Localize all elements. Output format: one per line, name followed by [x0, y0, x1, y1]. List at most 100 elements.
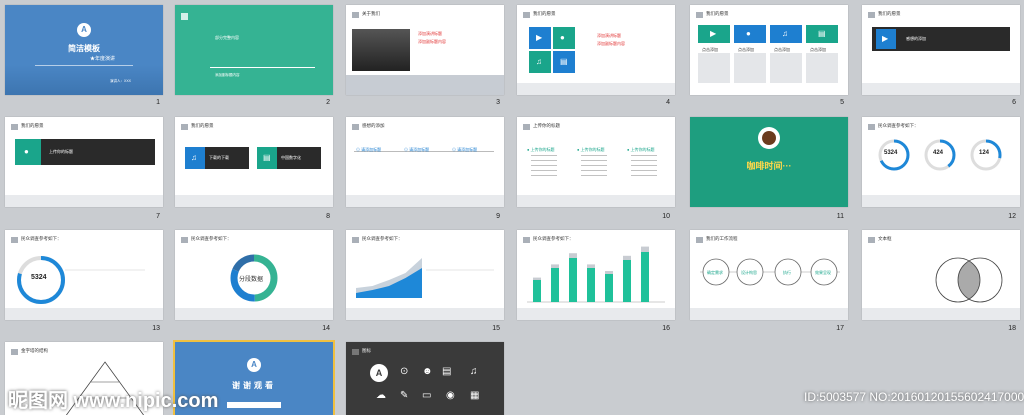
donut-center: 分段数据 — [239, 277, 264, 283]
slide-number: 5 — [840, 99, 844, 106]
document-icon: ▤ — [442, 366, 452, 377]
list-item: ⊙ 请添加标题 — [356, 147, 382, 152]
red-title: 添加演讲标题 — [597, 33, 621, 38]
slide-number: 9 — [496, 213, 500, 220]
slide-header: 我们的愿景 — [706, 11, 729, 16]
calendar-icon: ▦ — [470, 390, 480, 401]
users-icon: ● — [24, 147, 29, 156]
slide-12[interactable]: 民众调查参考如下： 5324 424 124 — [862, 117, 1020, 207]
slide-15[interactable]: 民众调查参考如下： — [346, 230, 504, 320]
slide-number: 8 — [326, 213, 330, 220]
bar-label: 感想的添加 — [906, 36, 926, 41]
logo-icon: A — [370, 364, 388, 382]
slide-16[interactable]: 民众调查参考如下： — [517, 230, 675, 320]
slide-header: 我们的愿景 — [533, 11, 556, 16]
bar-chart — [527, 246, 665, 303]
list-item: ● 上传你的标题 — [577, 147, 605, 152]
slide-number: 2 — [326, 99, 330, 106]
slide-number: 12 — [1008, 213, 1016, 220]
slide-3[interactable]: 关于我们 添加演讲标题 添加副标题内容 — [346, 5, 504, 95]
ring-value: 124 — [979, 150, 990, 156]
slide-header: 上传你的标题 — [533, 123, 560, 128]
bar-cap — [533, 277, 541, 280]
bar — [623, 260, 631, 302]
play-icon: ▶ — [882, 34, 889, 43]
music-icon: ♫ — [782, 29, 788, 38]
slide-number: 17 — [836, 325, 844, 332]
bar-cap — [605, 271, 613, 274]
slide-header: 我们的愿景 — [21, 123, 44, 128]
slide-number: 13 — [152, 325, 160, 332]
slide-number: 14 — [322, 325, 330, 332]
slide-14[interactable]: 民众调查参考如下： 分段数据 — [175, 230, 333, 320]
play-icon: ▶ — [710, 29, 717, 38]
slide-1[interactable]: A 简洁模板 ★年度演讲 演讲人：XXX — [5, 5, 163, 95]
slide-5[interactable]: 我们的愿景 ▶ ● ♫ ▤ 点击添加 点击添加 点击添加 点击添加 — [690, 5, 848, 95]
slide-11[interactable]: 咖啡时间··· — [690, 117, 848, 207]
bar — [533, 280, 541, 302]
users-icon: ● — [746, 29, 751, 38]
play-icon: ▶ — [536, 33, 543, 42]
slide-4[interactable]: 我们的愿景 ▶ ● ♫ ▤ 添加演讲标题 添加副标题内容 — [517, 5, 675, 95]
slide-7[interactable]: 我们的愿景 ● 上传你的标题 — [5, 117, 163, 207]
process-step: 执行 — [783, 270, 791, 275]
list-item: ● 上传你的标题 — [527, 147, 555, 152]
bar-cap — [587, 264, 595, 268]
music-icon: ♫ — [470, 366, 478, 377]
camera-icon: ◉ — [446, 390, 455, 401]
logo-icon: A — [247, 358, 261, 372]
users-icon: ☻ — [422, 366, 433, 377]
candles-image — [352, 29, 410, 71]
music-icon: ♫ — [191, 153, 197, 162]
process-step: 效果呈现 — [815, 270, 831, 275]
slide-9[interactable]: 感想的添加 ⊙ 请添加标题 ⊙ 请添加标题 ⊙ 请添加标题 — [346, 117, 504, 207]
slide-10[interactable]: 上传你的标题 ● 上传你的标题 ● 上传你的标题 ● 上传你的标题 — [517, 117, 675, 207]
logo-icon: A — [77, 23, 91, 37]
slide-title: 咖啡时间··· — [746, 161, 792, 171]
slide-number: 18 — [1008, 325, 1016, 332]
bar — [605, 274, 613, 302]
slide-17[interactable]: 我们的工作流程 确定需求 设计构思 执行 效果呈现 — [690, 230, 848, 320]
tools-icon: ✎ — [400, 390, 409, 401]
document-icon: ▤ — [263, 153, 271, 162]
document-icon: ▤ — [818, 29, 826, 38]
bar — [569, 258, 577, 302]
bar-cap — [569, 253, 577, 258]
slide-6[interactable]: 我们的愿景 ▶ 感想的添加 — [862, 5, 1020, 95]
slide-title: 简洁模板 — [68, 44, 100, 53]
presenter: 演讲人：XXX — [110, 79, 132, 83]
slide-header: 我们的愿景 — [878, 11, 901, 16]
ring-value: 5324 — [31, 274, 47, 281]
red-subtitle: 添加副标题内容 — [418, 39, 446, 44]
slide-header: 图标 — [362, 348, 371, 353]
slide-line1: 部分完整内容 — [215, 35, 239, 40]
list-item: ● 上传你的标题 — [627, 147, 655, 152]
left-label: 下载的下载 — [209, 155, 229, 160]
slide-18[interactable]: 文本框 — [862, 230, 1020, 320]
slide-21[interactable]: 图标 A ⊙ ☻ ▤ ♫ ☁ ✎ ▭ ◉ ▦ — [346, 342, 504, 415]
list-item: ⊙ 请添加标题 — [404, 147, 430, 152]
coffee-icon — [758, 127, 780, 149]
slide-number: 10 — [662, 213, 670, 220]
slide-header: 关于我们 — [362, 11, 380, 16]
bar-cap — [623, 255, 631, 260]
slide-2[interactable]: 部分完整内容 添加副标题内容 — [175, 5, 333, 95]
ring-chart — [17, 256, 145, 304]
slide-number: 16 — [662, 325, 670, 332]
ring-value: 5324 — [884, 150, 898, 156]
process-step: 设计构思 — [741, 270, 757, 275]
area-chart — [356, 258, 494, 298]
watermark: 昵图网 www.nipic.com — [8, 390, 219, 412]
list-item: ⊙ 请添加标题 — [452, 147, 478, 152]
slide-number: 6 — [1012, 99, 1016, 106]
ring-value: 424 — [933, 150, 944, 156]
slide-header: 我们的愿景 — [191, 123, 214, 128]
bar-cap — [641, 246, 649, 252]
image-id: ID:5003577 NO:20160120155602417000 — [804, 390, 1024, 404]
slide-number: 3 — [496, 99, 500, 106]
red-title: 添加演讲标题 — [418, 31, 442, 36]
users-icon: ● — [560, 33, 565, 42]
slide-8[interactable]: 我们的愿景 ♫ 下载的下载 ▤ 中国数字化 — [175, 117, 333, 207]
bar-label: 上传你的标题 — [49, 149, 73, 154]
slide-13[interactable]: 民众调查参考如下： 5324 — [5, 230, 163, 320]
